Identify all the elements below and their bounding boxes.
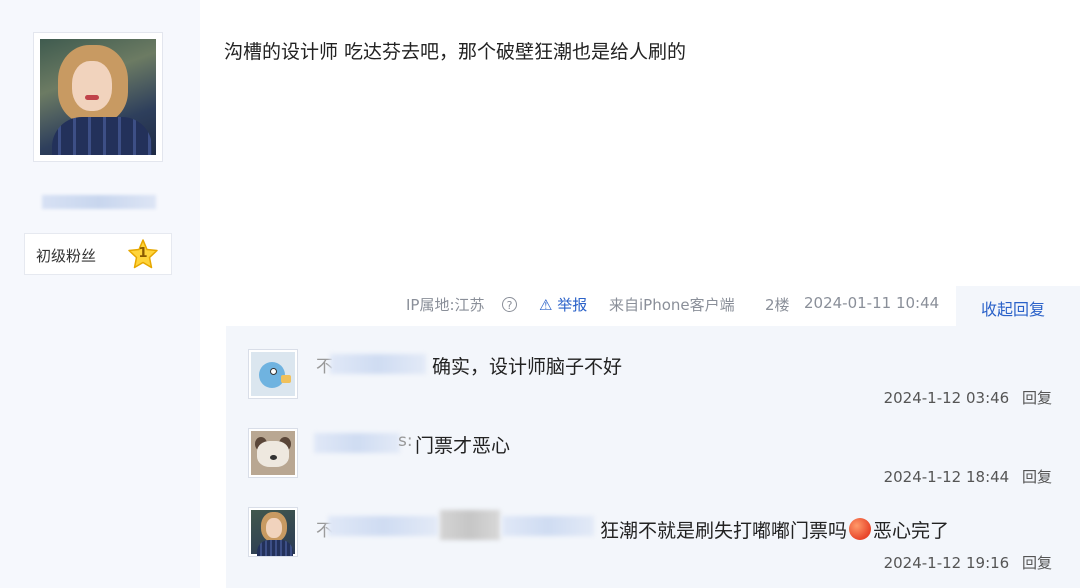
reply-time: 2024-1-12 03:46 [883, 389, 1010, 407]
reply-username-suffix[interactable]: s: [398, 431, 413, 451]
author-panel: 初级粉丝 1 [0, 0, 200, 588]
author-username-blurred[interactable] [42, 195, 156, 209]
post-content: 沟槽的设计师 吃达芬去吧，那个破壁狂潮也是给人刷的 [224, 41, 687, 63]
reply-button[interactable]: 回复 [1022, 389, 1052, 407]
reply-time: 2024-1-12 18:44 [883, 468, 1010, 486]
angry-face-emoji-icon [849, 518, 872, 540]
report-label: 举报 [557, 296, 588, 314]
warning-triangle-icon: ⚠ [539, 296, 553, 314]
author-avatar-image [40, 39, 156, 155]
reply-list: 不 确实，设计师脑子不好 2024-1-12 03:46 回复 s: 门票才恶心… [226, 326, 1080, 588]
reply-text: 确实，设计师脑子不好 [432, 356, 623, 378]
reply-username-blurred[interactable] [330, 354, 426, 374]
reply-text-part: 恶心完了 [873, 520, 950, 542]
question-circle-icon[interactable]: ? [502, 297, 517, 312]
reply-time: 2024-1-12 19:16 [883, 554, 1010, 572]
client-source: 来自iPhone客户端 [609, 296, 735, 314]
reply-button[interactable]: 回复 [1022, 468, 1052, 486]
ip-location: IP属地:江苏 [406, 296, 485, 314]
reply-username-blurred[interactable] [328, 516, 438, 536]
report-link[interactable]: ⚠ 举报 [539, 294, 587, 315]
reply-text: 门票才恶心 [415, 435, 511, 457]
collapse-reply-button[interactable]: 收起回复 [956, 286, 1080, 326]
reply-text: 狂潮不就是刷失打嘟嘟门票吗 恶心完了 [600, 516, 949, 543]
reply-avatar[interactable] [248, 349, 298, 399]
fan-level-number: 1 [138, 246, 148, 261]
author-avatar[interactable] [33, 32, 163, 162]
star-badge-icon: 1 [127, 238, 159, 270]
reply-text-part: 狂潮不就是刷失打嘟嘟门票吗 [600, 520, 848, 542]
reply-footer: 2024-1-12 03:46 回复 [884, 387, 1052, 408]
post-time: 2024-01-11 10:44 [804, 294, 940, 312]
fan-level-badge[interactable]: 初级粉丝 1 [24, 233, 172, 275]
reply-avatar[interactable] [248, 507, 298, 557]
fan-level-label: 初级粉丝 [36, 247, 97, 265]
reply-avatar[interactable] [248, 428, 298, 478]
floor-number: 2楼 [765, 296, 790, 314]
reply-footer: 2024-1-12 19:16 回复 [884, 552, 1052, 573]
reply-username-blurred[interactable] [314, 433, 400, 453]
reply-username-blurred[interactable] [440, 510, 500, 540]
reply-username-blurred[interactable] [502, 516, 594, 536]
reply-footer: 2024-1-12 18:44 回复 [884, 466, 1052, 487]
reply-button[interactable]: 回复 [1022, 554, 1052, 572]
collapse-reply-label: 收起回复 [981, 300, 1046, 319]
